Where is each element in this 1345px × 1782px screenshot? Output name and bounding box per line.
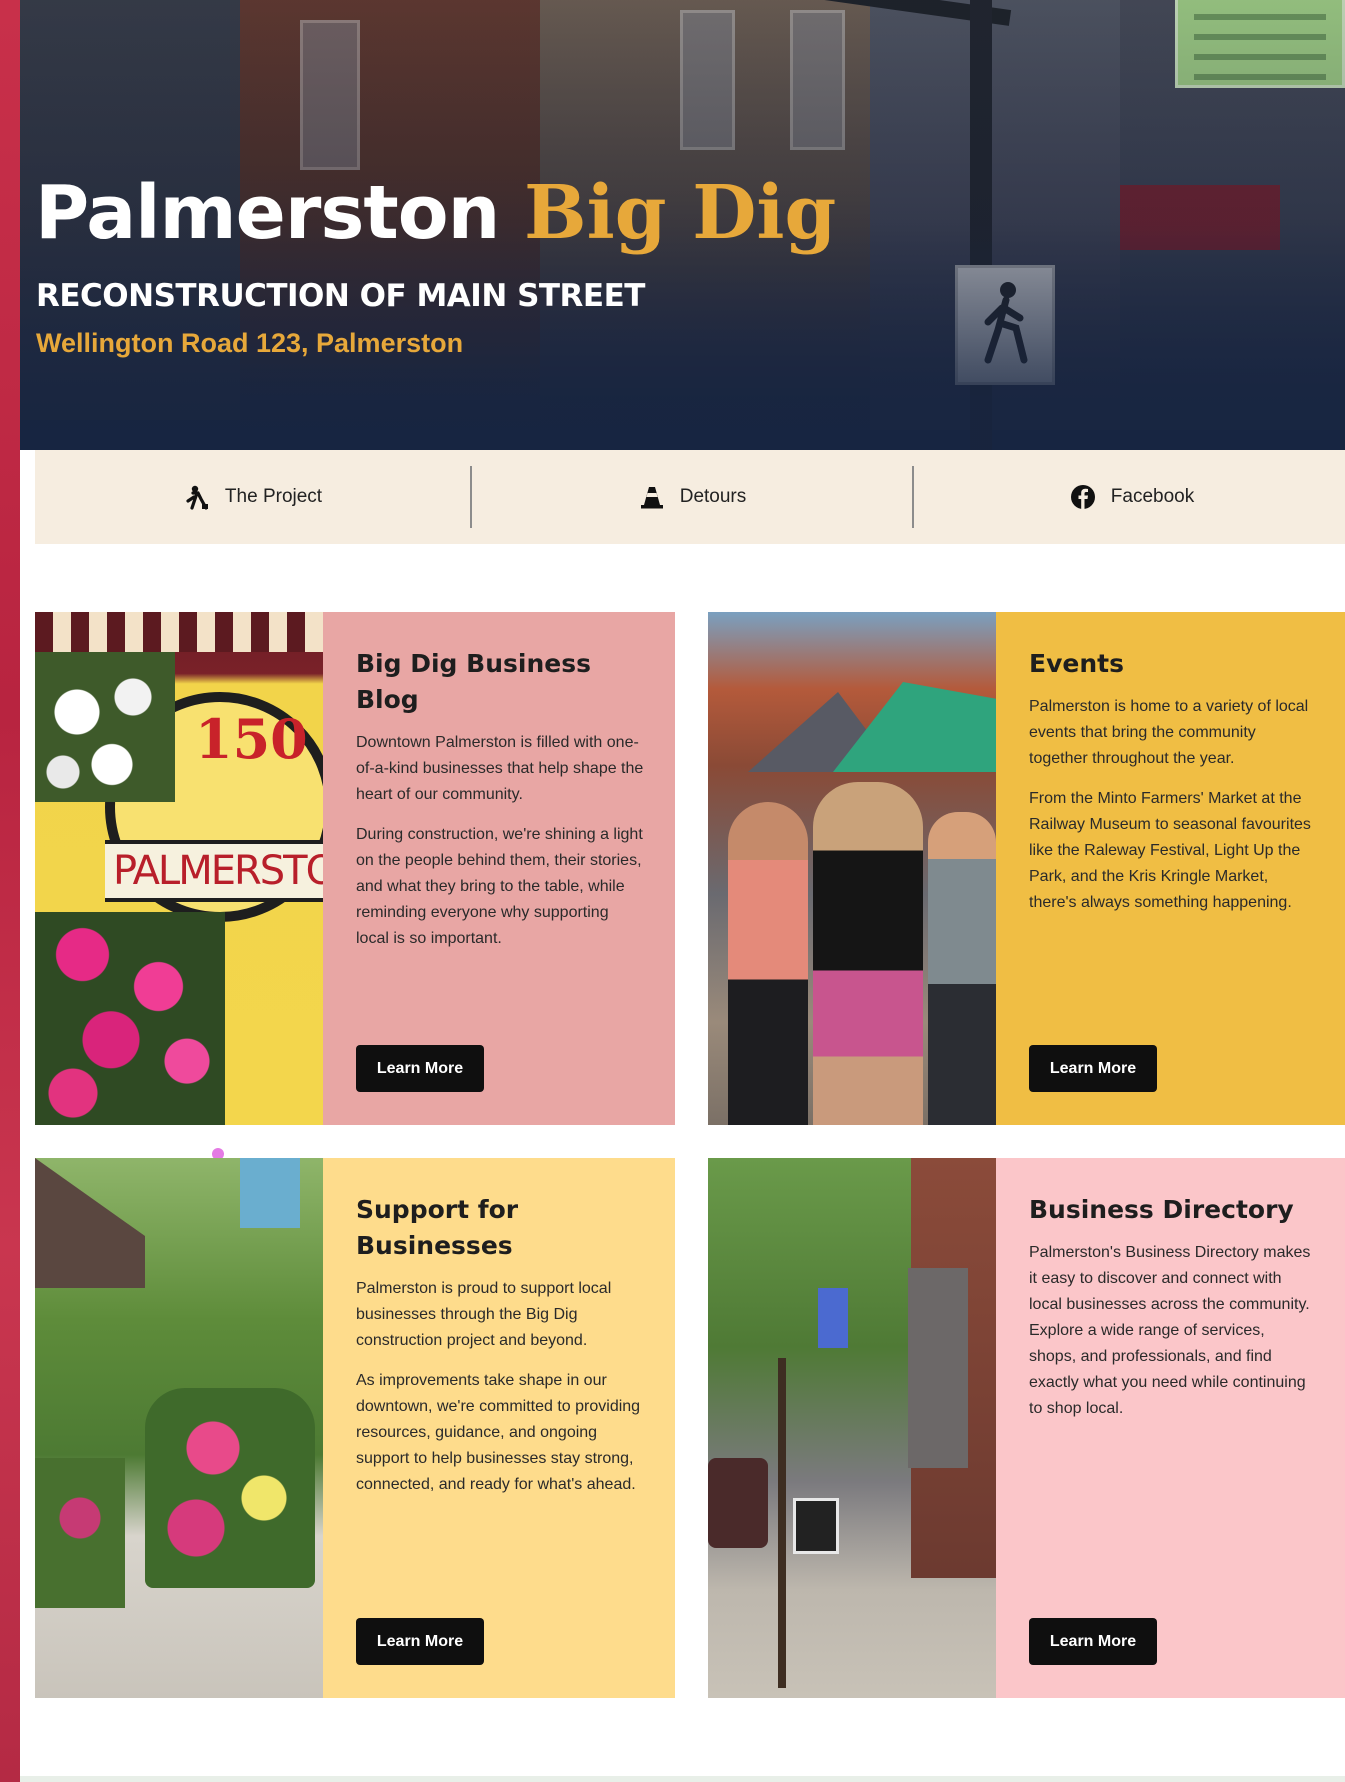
nav-item-label: Detours xyxy=(679,486,747,507)
card-business-blog: 150 PALMERSTON Big Dig Business Blog Dow… xyxy=(35,612,675,1125)
learn-more-button[interactable]: Learn More xyxy=(356,1618,484,1665)
left-side-strip xyxy=(0,0,20,1782)
card-image-main-street xyxy=(708,1158,996,1698)
card-image-market-crowd xyxy=(708,612,996,1125)
address-text: Wellington Road 123, Palmerston xyxy=(36,328,464,358)
nav-item-label: Facebook xyxy=(1110,486,1195,507)
learn-more-button[interactable]: Learn More xyxy=(356,1045,484,1092)
card-body: Business Directory Palmerston's Business… xyxy=(996,1158,1345,1698)
card-paragraph: As improvements take shape in our downto… xyxy=(356,1372,641,1493)
card-title: Events xyxy=(1029,649,1124,678)
nav-item-detours[interactable]: Detours xyxy=(472,450,912,544)
card-business-directory: Business Directory Palmerston's Business… xyxy=(708,1158,1345,1698)
card-paragraph: Palmerston's Business Directory makes it… xyxy=(1029,1244,1311,1417)
nav-item-facebook[interactable]: Facebook xyxy=(914,450,1345,544)
title-main: Palmerston xyxy=(35,170,500,256)
construction-worker-icon xyxy=(183,483,211,511)
nav-item-the-project[interactable]: The Project xyxy=(35,450,470,544)
facebook-icon xyxy=(1069,483,1097,511)
learn-more-button[interactable]: Learn More xyxy=(1029,1618,1157,1665)
card-paragraph: Downtown Palmerston is filled with one-o… xyxy=(356,734,644,803)
footer-divider xyxy=(20,1776,1345,1782)
card-image-mural: 150 PALMERSTON xyxy=(35,612,323,1125)
card-title: Business Directory xyxy=(1029,1195,1294,1224)
main-nav: The Project Detours Facebook xyxy=(35,450,1345,544)
title-accent: Big Dig xyxy=(524,170,837,256)
page-subtitle: RECONSTRUCTION OF MAIN STREET xyxy=(36,278,645,314)
card-title: Big Dig Business Blog xyxy=(356,649,591,714)
card-body: Support for Businesses Palmerston is pro… xyxy=(323,1158,675,1698)
traffic-cone-icon xyxy=(638,483,666,511)
mural-name: PALMERSTON xyxy=(113,848,323,894)
card-paragraph: Palmerston is home to a variety of local… xyxy=(1029,698,1309,767)
learn-more-button[interactable]: Learn More xyxy=(1029,1045,1157,1092)
card-body: Big Dig Business Blog Downtown Palmersto… xyxy=(323,612,675,1125)
card-image-sidewalk-planters xyxy=(35,1158,323,1698)
card-paragraph: From the Minto Farmers' Market at the Ra… xyxy=(1029,790,1311,911)
card-support-businesses: Support for Businesses Palmerston is pro… xyxy=(35,1158,675,1698)
card-title: Support for Businesses xyxy=(356,1195,519,1260)
mural-number: 150 xyxy=(195,707,308,771)
card-events: Events Palmerston is home to a variety o… xyxy=(708,612,1345,1125)
hero-banner: Palmerston Big Dig RECONSTRUCTION OF MAI… xyxy=(20,0,1345,450)
card-paragraph: During construction, we're shining a lig… xyxy=(356,826,643,947)
card-body: Events Palmerston is home to a variety o… xyxy=(996,612,1345,1125)
nav-item-label: The Project xyxy=(224,486,323,507)
page-title: Palmerston Big Dig xyxy=(35,170,836,256)
card-paragraph: Palmerston is proud to support local bus… xyxy=(356,1280,612,1349)
